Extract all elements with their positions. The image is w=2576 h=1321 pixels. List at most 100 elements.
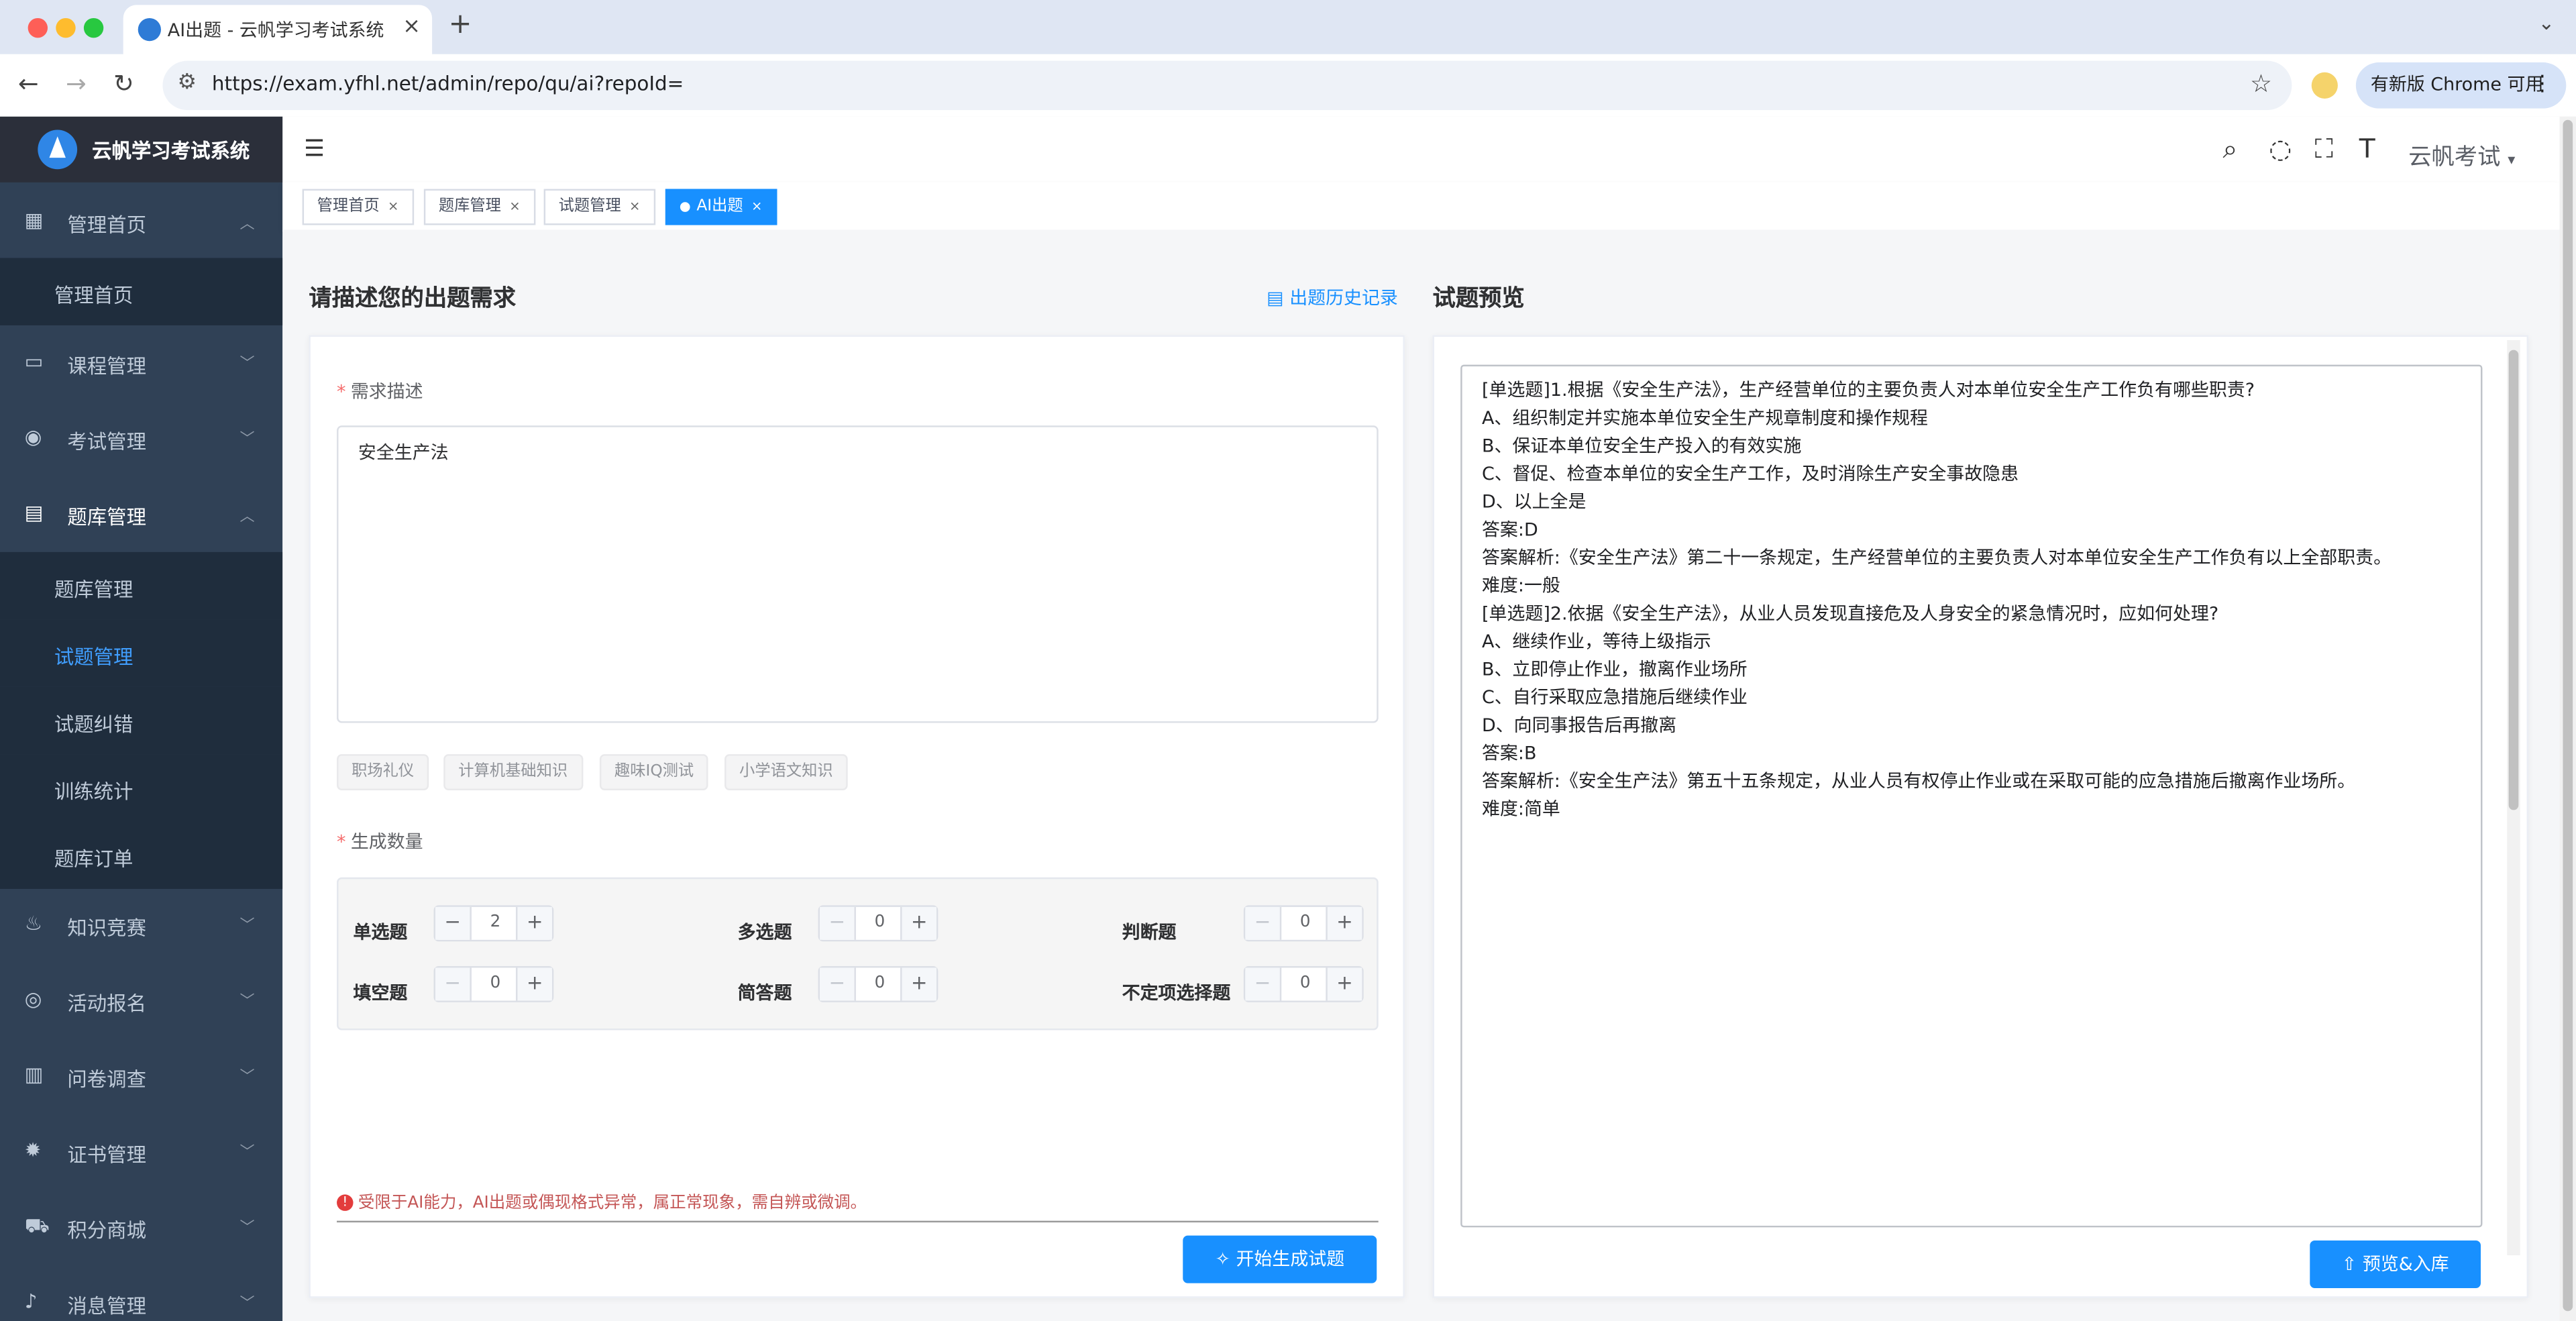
- sidebar-toggle-icon[interactable]: ☰: [304, 136, 325, 162]
- decrement-button[interactable]: −: [435, 906, 472, 940]
- chrome-update-button[interactable]: 有新版 Chrome 可用 ⋮: [2355, 62, 2567, 109]
- sidebar-subitem-training-stats[interactable]: 训练统计: [0, 754, 283, 822]
- increment-button[interactable]: +: [515, 967, 552, 1001]
- requirement-text[interactable]: 安全生产法: [358, 439, 449, 465]
- true-false-stepper[interactable]: − 0 +: [1243, 905, 1364, 942]
- type-label: 单选题: [353, 921, 408, 943]
- sidebar-logo[interactable]: 云帆学习考试系统: [0, 116, 283, 182]
- sidebar-subitem-dashboard-home[interactable]: 管理首页: [0, 258, 283, 325]
- stepper-value[interactable]: 0: [1281, 967, 1329, 1000]
- sidebar-subitem-bank[interactable]: 题库管理: [0, 551, 283, 620]
- requirement-textarea[interactable]: 安全生产法: [337, 425, 1379, 723]
- sidebar-subitem-questions[interactable]: 试题管理: [0, 619, 283, 687]
- profile-avatar[interactable]: [2311, 72, 2338, 99]
- close-window-button[interactable]: [28, 17, 48, 38]
- history-link[interactable]: ▤ 出题历史记录: [1267, 284, 1398, 311]
- single-choice-stepper[interactable]: − 2 +: [433, 905, 554, 942]
- maximize-window-button[interactable]: [83, 17, 104, 38]
- increment-button[interactable]: +: [1326, 906, 1362, 940]
- minimize-window-button[interactable]: [56, 17, 76, 38]
- generate-button[interactable]: ✧ 开始生成试题: [1183, 1235, 1377, 1283]
- suggestion-chip[interactable]: 职场礼仪: [337, 754, 429, 790]
- font-size-icon[interactable]: T: [2359, 133, 2375, 164]
- preview-line: 答案:D: [1481, 519, 1538, 541]
- back-arrow-icon[interactable]: ←: [18, 69, 39, 99]
- site-info-icon[interactable]: ⚙: [177, 70, 197, 95]
- chevron-down-icon: ﹀: [239, 1145, 255, 1162]
- question-count-panel: 单选题 − 2 + 多选题 − 0 + 判断题 − 0 + 填空题 − 0 + …: [337, 877, 1379, 1031]
- requirement-title: 请描述您的出题需求: [309, 286, 516, 313]
- indefinite-choice-stepper[interactable]: − 0 +: [1243, 966, 1364, 1002]
- stepper-value[interactable]: 0: [856, 967, 904, 1000]
- sidebar-item-question-bank[interactable]: ▤ 题库管理 ︿: [0, 478, 282, 551]
- sidebar-item-survey[interactable]: ▥ 问卷调查 ﹀: [0, 1040, 282, 1112]
- sidebar-item-dashboard[interactable]: ▦ 管理首页 ︿: [0, 186, 282, 258]
- page-scrollbar[interactable]: [2559, 116, 2576, 1321]
- decrement-button[interactable]: −: [1245, 967, 1282, 1001]
- sidebar-item-exam[interactable]: ◉ 考试管理 ﹀: [0, 403, 282, 475]
- reload-icon[interactable]: ↻: [113, 69, 134, 99]
- stepper-value[interactable]: 2: [472, 907, 519, 940]
- stepper-value[interactable]: 0: [472, 967, 519, 1000]
- sidebar-subitem-bank-orders[interactable]: 题库订单: [0, 821, 283, 889]
- user-menu[interactable]: 云帆考试 ▾: [2408, 140, 2515, 172]
- suggestion-chip[interactable]: 计算机基础知识: [443, 754, 583, 790]
- sidebar-item-messages[interactable]: ♪ 消息管理 ﹀: [0, 1267, 282, 1321]
- preview-line: D、以上全是: [1481, 491, 1587, 513]
- fill-blank-stepper[interactable]: − 0 +: [433, 966, 554, 1002]
- browser-tab-title: AI出题 - 云帆学习考试系统: [167, 19, 384, 42]
- close-icon[interactable]: ×: [388, 199, 398, 213]
- sidebar-item-course[interactable]: ▭ 课程管理 ﹀: [0, 327, 282, 399]
- increment-button[interactable]: +: [900, 967, 936, 1001]
- sidebar-item-points-mall[interactable]: ⛟ 积分商城 ﹀: [0, 1192, 282, 1264]
- tag-ai-question[interactable]: AI出题 ×: [665, 189, 777, 225]
- tag-home[interactable]: 管理首页 ×: [302, 189, 414, 225]
- import-button[interactable]: ⇧ 预览&入库: [2310, 1240, 2481, 1289]
- address-url[interactable]: https://exam.yfhl.net/admin/repo/qu/ai?r…: [212, 72, 684, 95]
- decrement-button[interactable]: −: [1245, 906, 1282, 940]
- scrollbar-thumb[interactable]: [2508, 350, 2519, 810]
- tag-questions[interactable]: 试题管理 ×: [543, 189, 655, 225]
- scrollbar-thumb[interactable]: [2563, 119, 2573, 1312]
- bookmark-star-icon[interactable]: ☆: [2250, 69, 2272, 99]
- forward-arrow-icon[interactable]: →: [66, 69, 87, 99]
- close-icon[interactable]: ×: [751, 199, 762, 213]
- preview-textarea[interactable]: [单选题]1.根据《安全生产法》，生产经营单位的主要负责人对本单位安全生产工作负…: [1460, 364, 2483, 1228]
- short-answer-stepper[interactable]: − 0 +: [818, 966, 938, 1002]
- preview-scrollbar[interactable]: [2507, 339, 2520, 1256]
- multi-choice-stepper[interactable]: − 0 +: [818, 905, 938, 942]
- sidebar-item-activity[interactable]: ◎ 活动报名 ﹀: [0, 965, 282, 1037]
- sidebar-item-label: 证书管理: [67, 1143, 146, 1167]
- stepper-value[interactable]: 0: [1281, 907, 1329, 940]
- bell-icon: ♪: [24, 1289, 38, 1313]
- ai-warning: ! 受限于AI能力，AI出题或偶现格式异常，属正常现象，需自辨或微调。: [337, 1188, 867, 1212]
- close-icon[interactable]: ×: [629, 199, 640, 213]
- suggestion-chip[interactable]: 小学语文知识: [724, 754, 848, 790]
- stepper-value[interactable]: 0: [856, 907, 904, 940]
- suggestion-chip[interactable]: 趣味IQ测试: [599, 754, 709, 790]
- increment-button[interactable]: +: [515, 906, 552, 940]
- close-tab-icon[interactable]: ×: [402, 15, 421, 40]
- increment-button[interactable]: +: [1326, 967, 1362, 1001]
- new-tab-icon[interactable]: +: [449, 8, 472, 41]
- warning-icon: !: [337, 1194, 354, 1211]
- close-icon[interactable]: ×: [509, 199, 520, 213]
- browser-tab[interactable]: AI出题 - 云帆学习考试系统 ×: [123, 5, 433, 54]
- decrement-button[interactable]: −: [820, 967, 856, 1001]
- search-icon[interactable]: ⌕: [2222, 133, 2237, 166]
- sidebar-item-label: 问卷调查: [67, 1067, 146, 1092]
- divider: [337, 1220, 1379, 1223]
- tab-search-chevron-icon[interactable]: ⌄: [2538, 11, 2555, 34]
- preview-line: A、组织制定并实施本单位安全生产规章制度和操作规程: [1481, 407, 1928, 429]
- fullscreen-icon[interactable]: ⛶: [2315, 133, 2333, 166]
- chat-icon[interactable]: ◌: [2269, 133, 2292, 164]
- sidebar-item-contest[interactable]: ♨ 知识竞赛 ﹀: [0, 889, 282, 961]
- sidebar-subitem-corrections[interactable]: 试题纠错: [0, 686, 283, 755]
- increment-button[interactable]: +: [900, 906, 936, 940]
- tag-bank[interactable]: 题库管理 ×: [423, 189, 535, 225]
- address-bar[interactable]: ⚙ https://exam.yfhl.net/admin/repo/qu/ai…: [162, 60, 2292, 111]
- sidebar-item-certificate[interactable]: ✹ 证书管理 ﹀: [0, 1116, 282, 1188]
- decrement-button[interactable]: −: [820, 906, 856, 940]
- sidebar-subitem-label: 试题纠错: [54, 712, 133, 737]
- decrement-button[interactable]: −: [435, 967, 472, 1001]
